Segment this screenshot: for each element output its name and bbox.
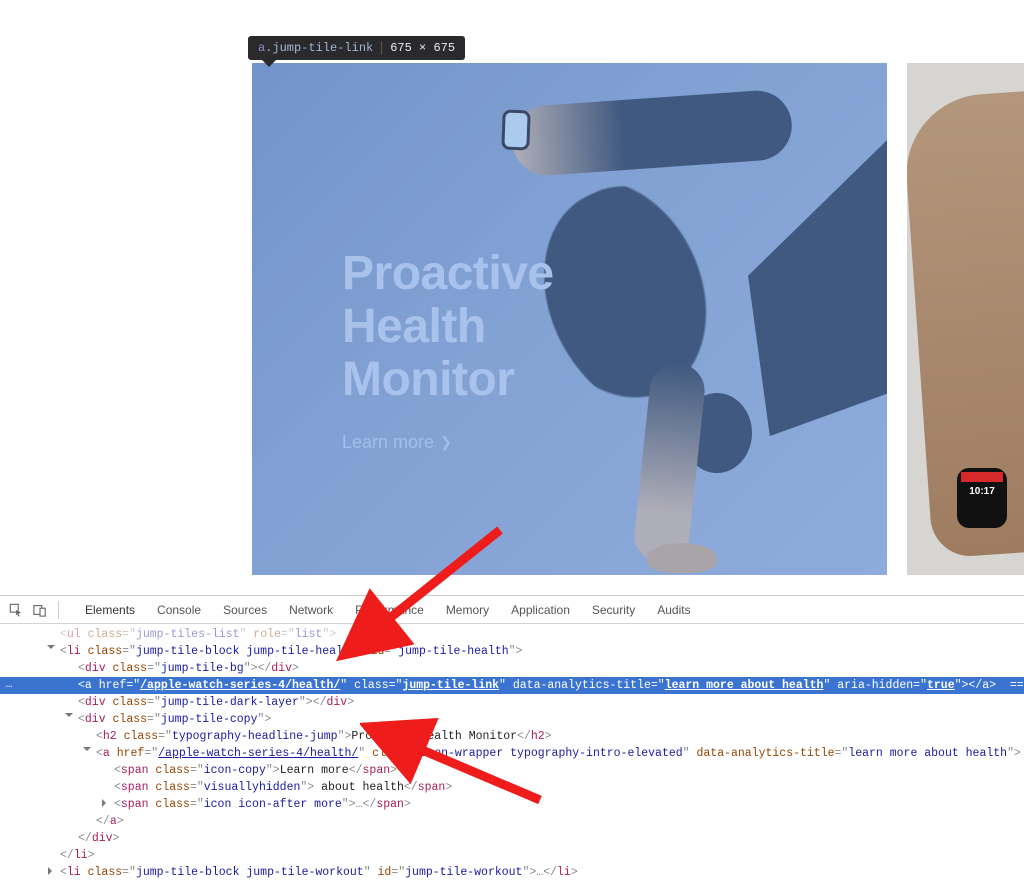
- tab-console[interactable]: Console: [147, 597, 211, 623]
- tab-network[interactable]: Network: [279, 597, 343, 623]
- breadcrumb-gutter: …: [0, 677, 18, 694]
- expand-caret-icon[interactable]: [65, 713, 73, 721]
- watch-icon: [501, 110, 530, 151]
- jump-tile-health[interactable]: Proactive Health Monitor Learn more ❯: [252, 63, 887, 575]
- tab-application[interactable]: Application: [501, 597, 580, 623]
- elements-tree[interactable]: <ul class="jump-tiles-list" role="list">…: [0, 624, 1024, 887]
- tile-copy: Proactive Health Monitor Learn more ❯: [342, 248, 554, 453]
- tab-security[interactable]: Security: [582, 597, 645, 623]
- toolbar-divider: [58, 601, 59, 619]
- tab-sources[interactable]: Sources: [213, 597, 277, 623]
- dom-node-selected[interactable]: … <a href="/apple-watch-series-4/health/…: [0, 677, 1024, 694]
- expand-caret-icon[interactable]: [47, 645, 55, 653]
- dom-node[interactable]: <li class="jump-tile-block jump-tile-hea…: [0, 643, 1024, 660]
- tab-elements[interactable]: Elements: [75, 597, 145, 623]
- devtools-tabs: Elements Console Sources Network Perform…: [75, 597, 701, 623]
- devtools-toolbar: Elements Console Sources Network Perform…: [0, 596, 1024, 624]
- tab-memory[interactable]: Memory: [436, 597, 499, 623]
- device-toolbar-icon[interactable]: [30, 600, 50, 620]
- tile-headline: Proactive Health Monitor: [342, 248, 554, 406]
- inspect-element-icon[interactable]: [6, 600, 26, 620]
- expand-caret-icon[interactable]: [102, 799, 110, 807]
- tab-performance[interactable]: Performance: [345, 597, 434, 623]
- dom-node[interactable]: </li>: [0, 847, 1024, 864]
- dom-node[interactable]: <div class="jump-tile-dark-layer"></div>: [0, 694, 1024, 711]
- inspect-tooltip: a.jump-tile-link 675 × 675: [248, 36, 465, 60]
- dom-node[interactable]: <a href="/apple-watch-series-4/health/" …: [0, 745, 1024, 762]
- devtools-panel: Elements Console Sources Network Perform…: [0, 595, 1024, 837]
- dom-node[interactable]: </a>: [0, 813, 1024, 830]
- watch-time: 10:17: [957, 486, 1007, 497]
- learn-more-link[interactable]: Learn more ❯: [342, 432, 452, 453]
- dom-node[interactable]: <li class="jump-tile-block jump-tile-wor…: [0, 864, 1024, 881]
- dom-node[interactable]: <div class="jump-tile-copy">: [0, 711, 1024, 728]
- watch-icon: 10:17: [957, 468, 1007, 528]
- dom-node[interactable]: <span class="visuallyhidden"> about heal…: [0, 779, 1024, 796]
- expand-caret-icon[interactable]: [83, 747, 91, 755]
- dom-node[interactable]: <div class="jump-tile-bg"></div>: [0, 660, 1024, 677]
- dom-node[interactable]: </div>: [0, 830, 1024, 847]
- page-preview: Proactive Health Monitor Learn more ❯ 10…: [0, 0, 1024, 595]
- chevron-right-icon: ❯: [440, 434, 452, 451]
- dom-node[interactable]: <ul class="jump-tiles-list" role="list">: [0, 626, 1024, 643]
- dom-node[interactable]: <span class="icon icon-after more">…</sp…: [0, 796, 1024, 813]
- jump-tile-workout[interactable]: 10:17 U V F L: [907, 63, 1024, 575]
- inspect-dimensions: 675 × 675: [390, 41, 455, 55]
- dom-node[interactable]: <h2 class="typography-headline-jump">Pro…: [0, 728, 1024, 745]
- tile-row: Proactive Health Monitor Learn more ❯ 10…: [252, 63, 1024, 575]
- dom-node[interactable]: <span class="icon-copy">Learn more</span…: [0, 762, 1024, 779]
- expand-caret-icon[interactable]: [48, 867, 56, 875]
- tab-audits[interactable]: Audits: [647, 597, 700, 623]
